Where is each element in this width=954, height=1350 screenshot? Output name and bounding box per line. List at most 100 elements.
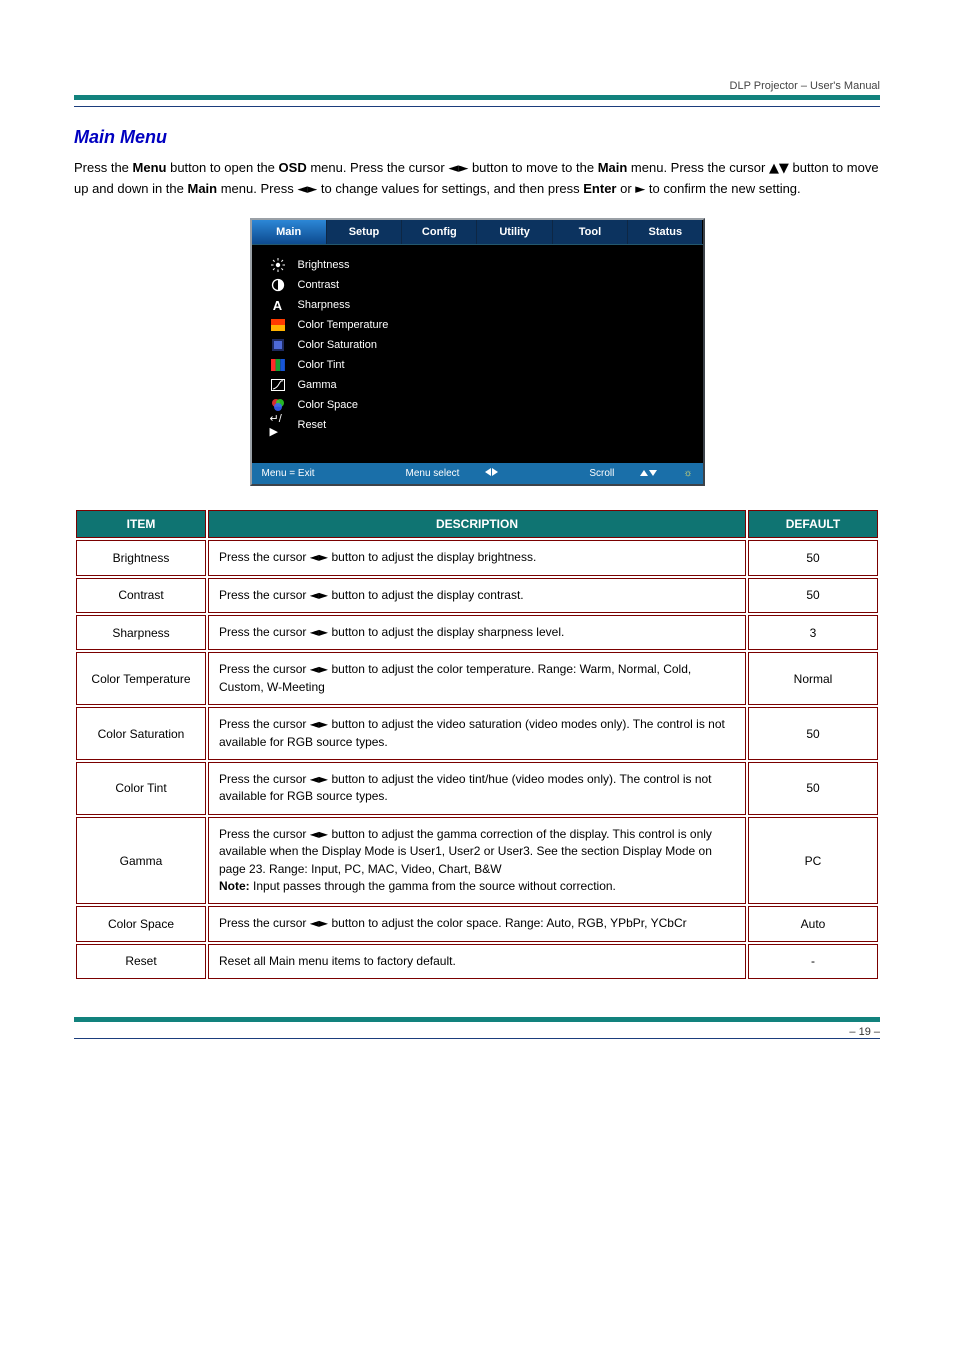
page-footer: – 19 –: [74, 1017, 880, 1039]
cell-description: Press the cursor ◄► button to adjust the…: [208, 762, 746, 815]
right-arrow-icon: ►: [635, 182, 645, 197]
intro-text: menu. Press the cursor: [307, 160, 449, 175]
page-title: Main Menu: [74, 127, 880, 148]
osd-tab-setup[interactable]: Setup: [327, 220, 402, 244]
osd-item-label: Color Temperature: [298, 319, 389, 331]
intro-menu-word: Menu: [133, 160, 167, 175]
left-right-arrows-icon: ◄►: [310, 625, 328, 639]
table-header-row: ITEM DESCRIPTION DEFAULT: [76, 510, 878, 538]
osd-item-color-temperature[interactable]: Color Temperature: [270, 315, 689, 335]
cell-item: Sharpness: [76, 615, 206, 650]
th-default: DEFAULT: [748, 510, 878, 538]
left-right-arrows-icon: ◄►: [310, 588, 328, 602]
cell-default: 50: [748, 762, 878, 815]
cell-description: Reset all Main menu items to factory def…: [208, 944, 746, 979]
table-row: BrightnessPress the cursor ◄► button to …: [76, 540, 878, 575]
cell-description: Press the cursor ◄► button to adjust the…: [208, 615, 746, 650]
left-right-arrows-icon: ◄►: [310, 772, 328, 786]
osd-item-reset[interactable]: ↵/▶ Reset: [270, 415, 689, 435]
osd-panel: Main Setup Config Utility Tool Status Br…: [250, 218, 705, 486]
page-header: DLP Projector – User's Manual: [74, 80, 880, 92]
osd-item-label: Gamma: [298, 379, 337, 391]
cell-description: Press the cursor ◄► button to adjust the…: [208, 578, 746, 613]
table-row: Color SpacePress the cursor ◄► button to…: [76, 906, 878, 941]
cell-default: Auto: [748, 906, 878, 941]
footer-page-number: – 19 –: [849, 1026, 880, 1038]
osd-item-label: Reset: [298, 419, 327, 431]
table-row: ResetReset all Main menu items to factor…: [76, 944, 878, 979]
brightness-icon: [270, 258, 286, 272]
intro-text: or: [617, 181, 636, 196]
intro-osd-word: OSD: [279, 160, 307, 175]
cell-item: Brightness: [76, 540, 206, 575]
gamma-icon: [270, 378, 286, 392]
cell-default: 50: [748, 707, 878, 760]
left-right-arrows-icon: ◄►: [310, 827, 328, 841]
osd-item-brightness[interactable]: Brightness: [270, 255, 689, 275]
table-row: ContrastPress the cursor ◄► button to ad…: [76, 578, 878, 613]
cell-default: 50: [748, 540, 878, 575]
th-item: ITEM: [76, 510, 206, 538]
cell-default: Normal: [748, 652, 878, 705]
osd-item-label: Brightness: [298, 259, 350, 271]
up-down-arrows-icon: [640, 468, 657, 479]
cell-item: Reset: [76, 944, 206, 979]
header-rule-teal: [74, 95, 880, 100]
sharpness-icon: A: [270, 298, 286, 312]
osd-item-gamma[interactable]: Gamma: [270, 375, 689, 395]
brightness-small-icon: ☼: [683, 468, 692, 479]
cell-description: Press the cursor ◄► button to adjust the…: [208, 652, 746, 705]
table-row: GammaPress the cursor ◄► button to adjus…: [76, 817, 878, 905]
cell-item: Contrast: [76, 578, 206, 613]
osd-item-sharpness[interactable]: A Sharpness: [270, 295, 689, 315]
osd-item-label: Color Saturation: [298, 339, 378, 351]
settings-table: ITEM DESCRIPTION DEFAULT BrightnessPress…: [74, 508, 880, 981]
intro-text: button to move to the: [468, 160, 597, 175]
contrast-icon: [270, 278, 286, 292]
osd-tab-main[interactable]: Main: [252, 220, 327, 244]
osd-footer-exit: Menu = Exit: [262, 468, 315, 479]
intro-text: menu. Press the cursor: [627, 160, 769, 175]
osd-tab-status[interactable]: Status: [628, 220, 702, 244]
intro-text: menu. Press: [217, 181, 297, 196]
osd-tab-tool[interactable]: Tool: [553, 220, 628, 244]
color-temperature-icon: [270, 318, 286, 332]
intro-main-word: Main: [598, 160, 628, 175]
left-right-arrows-icon: ◄►: [448, 161, 468, 176]
osd-item-color-tint[interactable]: Color Tint: [270, 355, 689, 375]
intro-text: to confirm the new setting.: [645, 181, 800, 196]
th-desc: DESCRIPTION: [208, 510, 746, 538]
cell-description: Press the cursor ◄► button to adjust the…: [208, 707, 746, 760]
osd-tab-utility[interactable]: Utility: [477, 220, 552, 244]
osd-footer-select: Menu select: [406, 468, 460, 479]
osd-item-contrast[interactable]: Contrast: [270, 275, 689, 295]
cell-item: Color Saturation: [76, 707, 206, 760]
table-row: Color SaturationPress the cursor ◄► butt…: [76, 707, 878, 760]
table-row: Color TintPress the cursor ◄► button to …: [76, 762, 878, 815]
header-rule-blue: [74, 106, 880, 107]
intro-main-word-2: Main: [187, 181, 217, 196]
color-space-icon: [270, 398, 286, 412]
color-saturation-icon: [270, 338, 286, 352]
osd-item-label: Contrast: [298, 279, 340, 291]
osd-tab-config[interactable]: Config: [402, 220, 477, 244]
osd-tab-bar: Main Setup Config Utility Tool Status: [252, 220, 703, 245]
cell-item: Gamma: [76, 817, 206, 905]
osd-item-color-space[interactable]: Color Space: [270, 395, 689, 415]
intro-text: button to open the: [166, 160, 278, 175]
reset-icon: ↵/▶: [270, 418, 286, 432]
left-right-arrows-icon: [485, 468, 498, 479]
left-right-arrows-icon: ◄►: [310, 662, 328, 676]
osd-item-label: Color Space: [298, 399, 359, 411]
intro-enter-word: Enter: [583, 181, 616, 196]
cell-default: PC: [748, 817, 878, 905]
osd-item-color-saturation[interactable]: Color Saturation: [270, 335, 689, 355]
left-right-arrows-icon: ◄►: [310, 550, 328, 564]
cell-description: Press the cursor ◄► button to adjust the…: [208, 906, 746, 941]
cell-item: Color Space: [76, 906, 206, 941]
intro-paragraph: Press the Menu button to open the OSD me…: [74, 158, 880, 200]
intro-text: to change values for settings, and then …: [317, 181, 583, 196]
osd-item-label: Color Tint: [298, 359, 345, 371]
osd-footer-scroll: Scroll: [589, 468, 614, 479]
cell-item: Color Temperature: [76, 652, 206, 705]
